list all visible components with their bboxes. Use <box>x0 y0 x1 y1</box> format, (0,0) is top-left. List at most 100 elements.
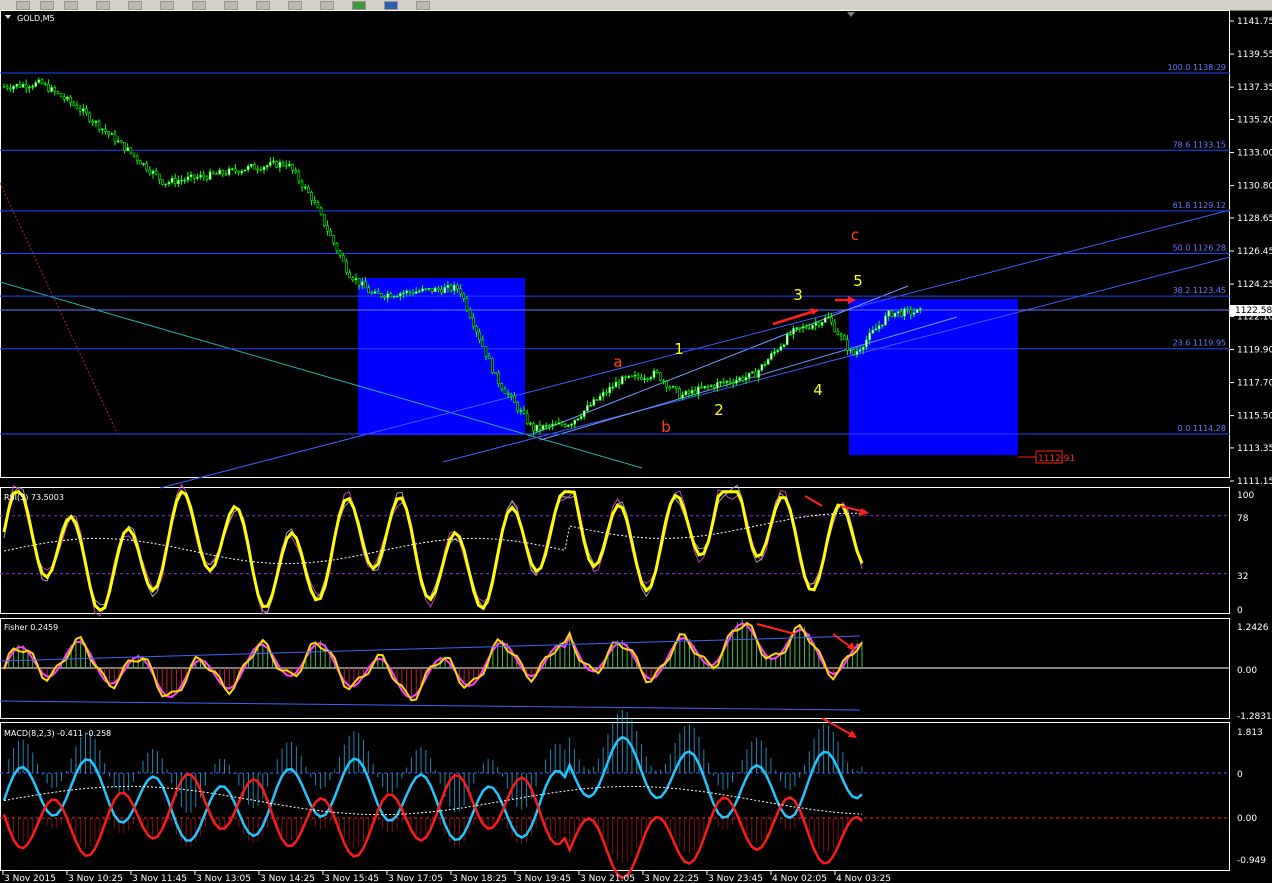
candle-body <box>297 171 301 182</box>
trendline-red-dotted[interactable] <box>0 182 119 436</box>
candle-body <box>754 371 757 378</box>
candle-body <box>760 364 764 371</box>
candle-body <box>275 161 278 168</box>
candle-body <box>649 377 653 380</box>
candle-body <box>576 418 580 421</box>
candle-body <box>525 412 529 424</box>
candle-body <box>246 165 250 171</box>
candle-body <box>614 381 618 388</box>
candle-body <box>37 79 41 83</box>
candle-body <box>884 315 887 326</box>
candle-body <box>240 170 244 174</box>
candle-body <box>161 179 164 185</box>
dropdown-triangle-icon[interactable] <box>5 15 11 19</box>
candle-body <box>643 378 646 380</box>
candle-body <box>126 147 129 151</box>
candle-body <box>640 377 643 380</box>
fib-label: 38.2 1123.45 <box>1173 286 1226 295</box>
candle-body <box>681 394 684 399</box>
channel-line-inner[interactable] <box>442 256 1231 463</box>
arrow-icon <box>772 308 819 326</box>
candle-body <box>475 325 478 333</box>
chart-shift-icon[interactable] <box>847 12 855 17</box>
candle-body <box>611 386 615 389</box>
candle-body <box>684 390 688 396</box>
candle-body <box>224 173 228 176</box>
indicator-axes: 100 78 32 0 1.2426 0.00 -1.2831 1.813 0 0.00 -0.94… <box>1237 491 1272 866</box>
candle-body <box>437 287 440 290</box>
candle-body <box>728 380 732 383</box>
candle-body <box>896 311 900 314</box>
candle-body <box>484 346 488 357</box>
candle-body <box>903 308 906 317</box>
time-tick-label: 3 Nov 13:05 <box>196 874 251 883</box>
target-box-right[interactable] <box>849 299 1018 455</box>
arrowhead-icon <box>859 508 869 516</box>
fisher-upper-band <box>0 635 861 662</box>
candle-body <box>414 291 418 294</box>
candle-body <box>332 235 336 244</box>
candle-body <box>712 385 716 389</box>
candle-body <box>731 382 735 384</box>
indicator-tick-label: 0.00 <box>1237 666 1257 676</box>
price-tick-label: 1111.15 <box>1237 477 1272 487</box>
candle-body <box>874 328 878 331</box>
candle-body <box>395 295 399 298</box>
toolbar-button[interactable] <box>224 1 238 10</box>
candle-body <box>69 96 72 104</box>
toolbar-button[interactable] <box>288 1 302 10</box>
candle-body <box>28 86 31 89</box>
toolbar-button[interactable] <box>416 1 430 10</box>
candle-body <box>456 284 459 289</box>
rsi-panel <box>0 483 1230 617</box>
candle-body <box>208 171 212 180</box>
candle-body <box>392 295 396 298</box>
candle-body <box>360 281 364 286</box>
candle-body <box>411 291 415 294</box>
toolbar-button[interactable] <box>256 1 270 10</box>
rsi-line <box>2 489 864 613</box>
toolbar-button[interactable] <box>128 1 142 10</box>
candle-body <box>15 83 18 87</box>
candle-body <box>535 424 538 432</box>
indicator-tick-label: 0 <box>1237 606 1243 616</box>
toolbar-button[interactable] <box>16 1 30 10</box>
time-tick-label: 3 Nov 18:25 <box>452 874 507 883</box>
toolbar-button[interactable] <box>40 1 54 10</box>
candle-body <box>725 380 729 383</box>
toolbar-button[interactable] <box>96 1 110 10</box>
candle-body <box>557 422 561 425</box>
candle-body <box>427 288 431 290</box>
time-zone-box-left[interactable] <box>358 278 525 435</box>
candle-body <box>66 96 69 100</box>
candle-body <box>72 102 76 106</box>
candle-body <box>563 424 567 427</box>
candle-body <box>789 333 792 336</box>
candle-body <box>912 312 916 315</box>
toolbar-button[interactable] <box>192 1 206 10</box>
toolbar-button[interactable] <box>160 1 174 10</box>
chart-canvas[interactable]: 100.0 1138.2978.6 1133.1561.8 1129.1250.… <box>0 10 1272 883</box>
candle-body <box>655 370 659 374</box>
price-axis: 1141.75 1139.55 1137.35 1135.20 1133.00 1130.… <box>1230 17 1272 487</box>
toolbar-button[interactable] <box>64 1 78 10</box>
candle-body <box>459 288 462 295</box>
candle-body <box>40 79 44 85</box>
candle-body <box>716 382 719 389</box>
candle-body <box>868 332 871 341</box>
candle-body <box>110 133 114 135</box>
candle-body <box>418 290 421 293</box>
add-icon[interactable] <box>352 1 366 10</box>
price-tick-label: 1113.35 <box>1237 444 1272 454</box>
candle-body <box>465 298 469 311</box>
candle-body <box>173 178 177 185</box>
candle-body <box>601 392 605 397</box>
candle-body <box>294 170 298 173</box>
candle-body <box>722 381 726 384</box>
time-axis: 3 Nov 2015 3 Nov 10:25 3 Nov 11:45 3 Nov 13… <box>2 871 891 883</box>
toolbar-button[interactable] <box>320 1 334 10</box>
candle-body <box>881 324 884 327</box>
candle-body <box>893 312 897 317</box>
candle-body <box>202 174 206 178</box>
globe-icon[interactable] <box>384 1 398 10</box>
